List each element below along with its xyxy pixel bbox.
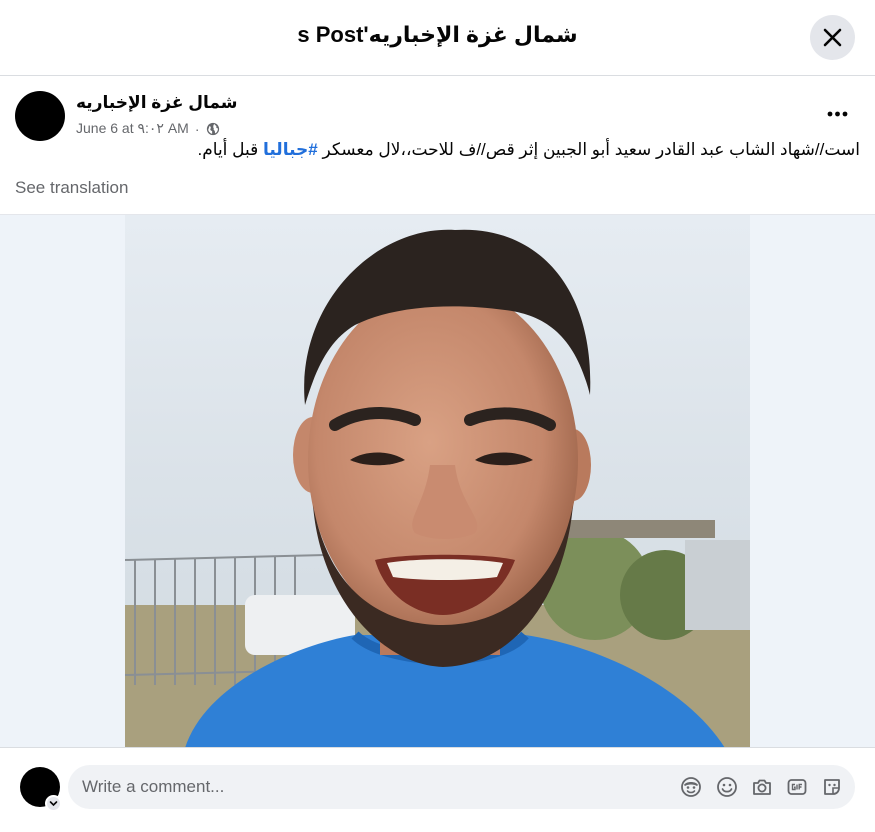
author-name[interactable]: شمال غزة الإخباريه: [76, 93, 237, 113]
globe-icon: [206, 122, 219, 135]
post-text: است//شهاد الشاب عبد القادر سعيد أبو الجب…: [0, 138, 860, 162]
post-text-main: است//شهاد الشاب عبد القادر سعيد أبو الجب…: [317, 140, 860, 159]
comment-composer: [0, 747, 875, 832]
post-date[interactable]: June 6 at ٩:٠٢ AM: [76, 120, 189, 137]
post-meta: June 6 at ٩:٠٢ AM ·: [76, 120, 220, 137]
more-options-icon: [827, 111, 848, 117]
see-translation-link[interactable]: See translation: [15, 178, 128, 198]
close-icon: [823, 28, 842, 47]
sticker-icon[interactable]: [821, 776, 843, 798]
comment-input[interactable]: [82, 765, 662, 809]
more-options-button[interactable]: [820, 101, 856, 125]
hashtag-link[interactable]: #جباليا: [263, 140, 318, 159]
avatar-sticker-icon[interactable]: [680, 776, 702, 798]
post-text-end: قبل أيام.: [197, 140, 263, 159]
comment-box[interactable]: [68, 765, 855, 809]
post-dialog: شمال غزة الإخباريه's Post شمال غزة الإخب…: [0, 0, 875, 832]
gif-icon[interactable]: [786, 776, 808, 798]
photo-viewer: [0, 214, 875, 748]
camera-icon[interactable]: [751, 776, 773, 798]
meta-separator: ·: [194, 120, 200, 137]
dialog-header: شمال غزة الإخباريه's Post: [0, 0, 875, 76]
close-button[interactable]: [810, 15, 855, 60]
emoji-icon[interactable]: [716, 776, 738, 798]
post-photo[interactable]: [125, 215, 750, 748]
profile-switch-button[interactable]: [45, 795, 62, 812]
portrait-photo: [125, 215, 750, 748]
dialog-title: شمال غزة الإخباريه's Post: [297, 22, 578, 47]
chevron-down-icon: [49, 801, 58, 807]
author-avatar[interactable]: [15, 91, 65, 141]
